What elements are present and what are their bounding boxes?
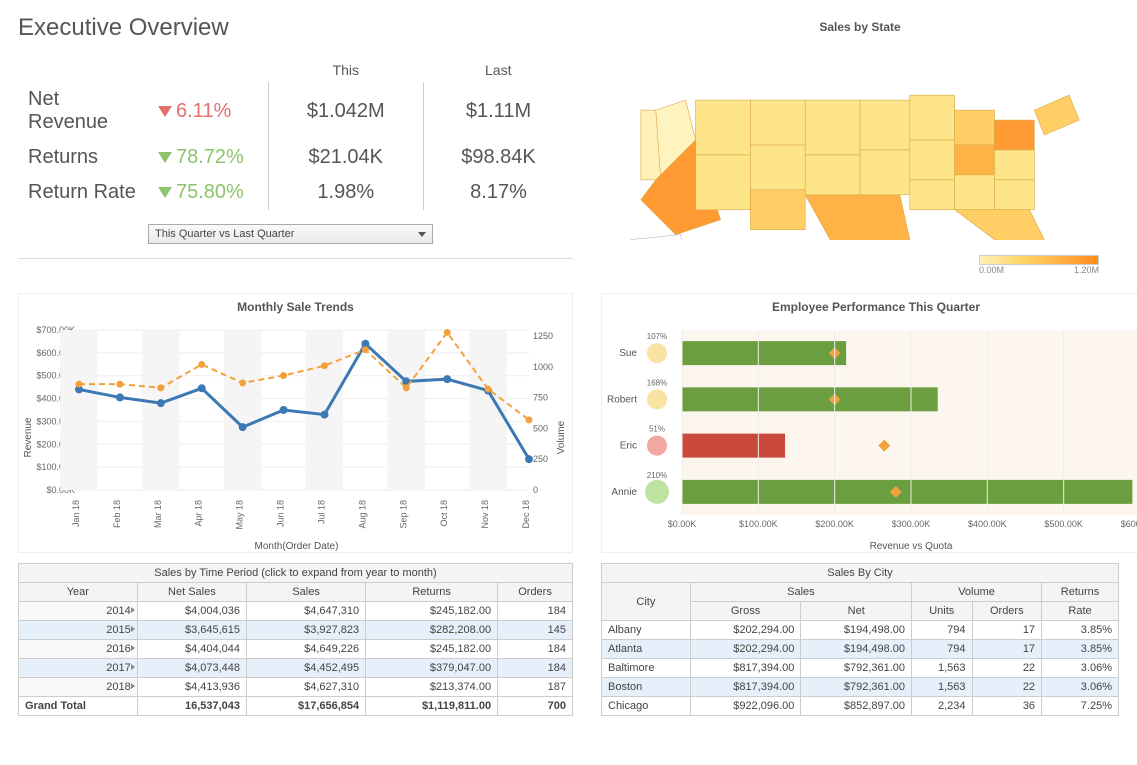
svg-text:Annie: Annie	[611, 487, 637, 498]
table-row[interactable]: Baltimore$817,394.00$792,361.001,563223.…	[602, 659, 1119, 678]
employee-performance-chart[interactable]: Employee Performance This Quarter Sue 107…	[601, 293, 1137, 553]
svg-text:Mar 18: Mar 18	[153, 500, 163, 528]
svg-text:$500.00K: $500.00K	[1044, 519, 1083, 529]
svg-text:$0.00K: $0.00K	[668, 519, 697, 529]
period-selector[interactable]: This Quarter vs Last Quarter	[148, 224, 433, 244]
kpi-last-rate: 8.17%	[424, 175, 574, 210]
svg-text:May 18: May 18	[235, 500, 245, 530]
table-row[interactable]: Albany$202,294.00$194,498.00794173.85%	[602, 621, 1119, 640]
svg-text:Revenue vs Quota: Revenue vs Quota	[870, 541, 953, 552]
kpi-col-this: This	[268, 58, 424, 82]
svg-text:$400.00K: $400.00K	[968, 519, 1007, 529]
expand-icon[interactable]	[131, 683, 135, 689]
svg-text:Nov 18: Nov 18	[480, 500, 490, 529]
arrow-down-icon	[158, 187, 172, 198]
svg-text:Apr 18: Apr 18	[194, 500, 204, 527]
svg-text:Volume: Volume	[556, 420, 567, 454]
kpi-delta-rate: 75.80%	[148, 175, 268, 210]
svg-text:Oct 18: Oct 18	[439, 500, 449, 527]
expand-icon[interactable]	[131, 607, 135, 613]
time-table-title: Sales by Time Period (click to expand fr…	[19, 564, 573, 583]
svg-text:Jan 18: Jan 18	[71, 500, 81, 527]
kpi-delta-returns: 78.72%	[148, 140, 268, 175]
svg-text:210%: 210%	[647, 471, 667, 480]
table-row[interactable]: 2016$4,404,044$4,649,226$245,182.00184	[19, 640, 573, 659]
time-period-table[interactable]: Sales by Time Period (click to expand fr…	[18, 563, 573, 716]
kpi-table: This Last Net Revenue 6.11% $1.042M $1.1…	[18, 58, 573, 210]
arrow-down-icon	[158, 152, 172, 163]
svg-text:Feb 18: Feb 18	[112, 500, 122, 528]
svg-text:$600.00K: $600.00K	[1121, 519, 1137, 529]
expand-icon[interactable]	[131, 626, 135, 632]
map-legend: 0.00M 1.20M	[979, 255, 1099, 275]
svg-text:Jun 18: Jun 18	[276, 500, 286, 527]
kpi-this-netrev: $1.042M	[268, 82, 424, 140]
svg-text:1250: 1250	[533, 331, 553, 341]
svg-text:750: 750	[533, 393, 548, 403]
map-panel: Sales by State	[601, 14, 1119, 285]
svg-text:Aug 18: Aug 18	[357, 500, 367, 529]
kpi-label-returns: Returns	[18, 140, 148, 175]
expand-icon[interactable]	[131, 645, 135, 651]
arrow-down-icon	[158, 106, 172, 117]
chevron-down-icon	[418, 232, 426, 237]
table-row[interactable]: 2015$3,645,615$3,927,823$282,208.00145	[19, 621, 573, 640]
svg-text:Revenue: Revenue	[23, 417, 34, 457]
city-table-title: Sales By City	[602, 564, 1119, 583]
city-table[interactable]: Sales By City City Sales Volume Returns …	[601, 563, 1119, 716]
table-row[interactable]: Atlanta$202,294.00$194,498.00794173.85%	[602, 640, 1119, 659]
svg-text:Robert: Robert	[607, 394, 637, 405]
kpi-label-netrev: Net Revenue	[18, 82, 148, 140]
svg-text:0: 0	[533, 485, 538, 495]
page-title: Executive Overview	[18, 14, 573, 42]
svg-text:168%: 168%	[647, 378, 667, 387]
kpi-last-returns: $98.84K	[424, 140, 574, 175]
table-row[interactable]: Chicago$922,096.00$852,897.002,234367.25…	[602, 697, 1119, 716]
kpi-this-rate: 1.98%	[268, 175, 424, 210]
table-row[interactable]: 2017$4,073,448$4,452,495$379,047.00184	[19, 659, 573, 678]
table-row[interactable]: 2014$4,004,036$4,647,310$245,182.00184	[19, 602, 573, 621]
svg-text:107%: 107%	[647, 332, 667, 341]
table-row[interactable]: 2018$4,413,936$4,627,310$213,374.00187	[19, 678, 573, 697]
kpi-delta-netrev: 6.11%	[148, 82, 268, 140]
svg-text:1000: 1000	[533, 362, 553, 372]
svg-text:$300.00K: $300.00K	[892, 519, 931, 529]
map-title: Sales by State	[601, 14, 1119, 40]
svg-text:Jul 18: Jul 18	[316, 500, 326, 524]
svg-text:500: 500	[533, 423, 548, 433]
svg-text:Sue: Sue	[619, 348, 637, 359]
svg-text:Eric: Eric	[620, 441, 637, 452]
expand-icon[interactable]	[131, 664, 135, 670]
svg-text:$100.00K: $100.00K	[739, 519, 778, 529]
svg-text:Month(Order Date): Month(Order Date)	[255, 541, 339, 552]
period-selector-value: This Quarter vs Last Quarter	[155, 228, 294, 240]
kpi-last-netrev: $1.11M	[424, 82, 574, 140]
table-row[interactable]: Boston$817,394.00$792,361.001,563223.06%	[602, 678, 1119, 697]
us-map[interactable]	[601, 40, 1119, 240]
svg-text:250: 250	[533, 454, 548, 464]
employee-perf-title: Employee Performance This Quarter	[602, 294, 1137, 320]
svg-text:Dec 18: Dec 18	[521, 500, 531, 529]
monthly-trends-title: Monthly Sale Trends	[19, 294, 572, 320]
kpi-label-rate: Return Rate	[18, 175, 148, 210]
svg-text:51%: 51%	[649, 425, 665, 434]
kpi-col-last: Last	[424, 58, 574, 82]
svg-text:$200.00K: $200.00K	[815, 519, 854, 529]
svg-text:Sep 18: Sep 18	[398, 500, 408, 529]
kpi-this-returns: $21.04K	[268, 140, 424, 175]
divider	[18, 258, 573, 259]
overview-panel: Executive Overview This Last Net Revenue…	[18, 14, 573, 285]
monthly-trends-chart[interactable]: Monthly Sale Trends $0.00K$100.00K$200.0…	[18, 293, 573, 553]
